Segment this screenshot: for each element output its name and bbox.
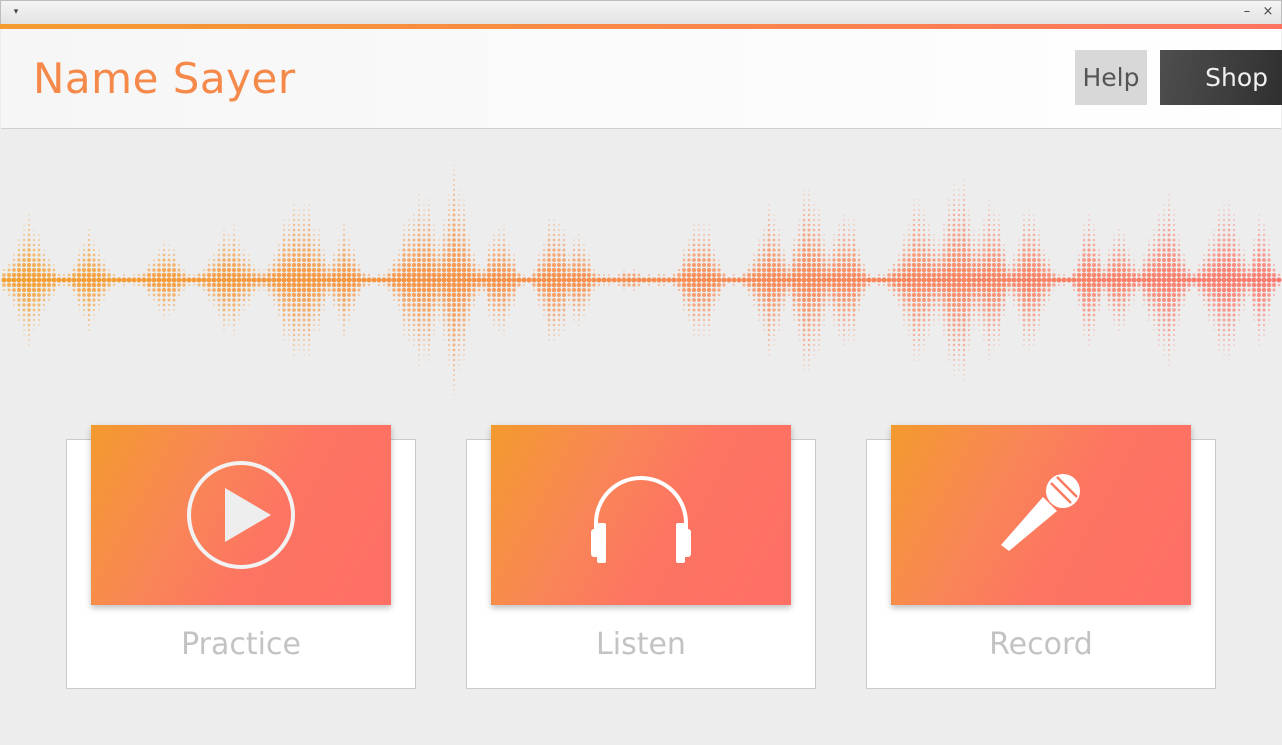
practice-tile[interactable]: [91, 425, 391, 605]
window-menu-icon[interactable]: ▾: [9, 5, 23, 19]
shop-button[interactable]: Shop: [1160, 50, 1282, 105]
help-button[interactable]: Help: [1075, 50, 1147, 105]
window-minimize-icon[interactable]: –: [1239, 4, 1255, 20]
practice-card[interactable]: Practice: [66, 425, 416, 689]
practice-label: Practice: [181, 627, 301, 662]
record-card[interactable]: Record: [866, 425, 1216, 689]
listen-label: Listen: [596, 627, 686, 662]
headphones-icon: [591, 476, 691, 563]
listen-card[interactable]: Listen: [466, 425, 816, 689]
window-titlebar: ▾ – ×: [0, 0, 1282, 24]
sound-wave-graphic: [1, 164, 1282, 396]
window-close-icon[interactable]: ×: [1260, 4, 1276, 20]
record-tile[interactable]: [891, 425, 1191, 605]
listen-tile[interactable]: [491, 425, 791, 605]
record-label: Record: [989, 627, 1093, 662]
play-circle-icon: [187, 461, 295, 569]
app-header: Name Sayer Help Shop: [1, 29, 1282, 129]
app-title: Name Sayer: [33, 54, 296, 103]
microphone-icon: [1001, 474, 1080, 551]
